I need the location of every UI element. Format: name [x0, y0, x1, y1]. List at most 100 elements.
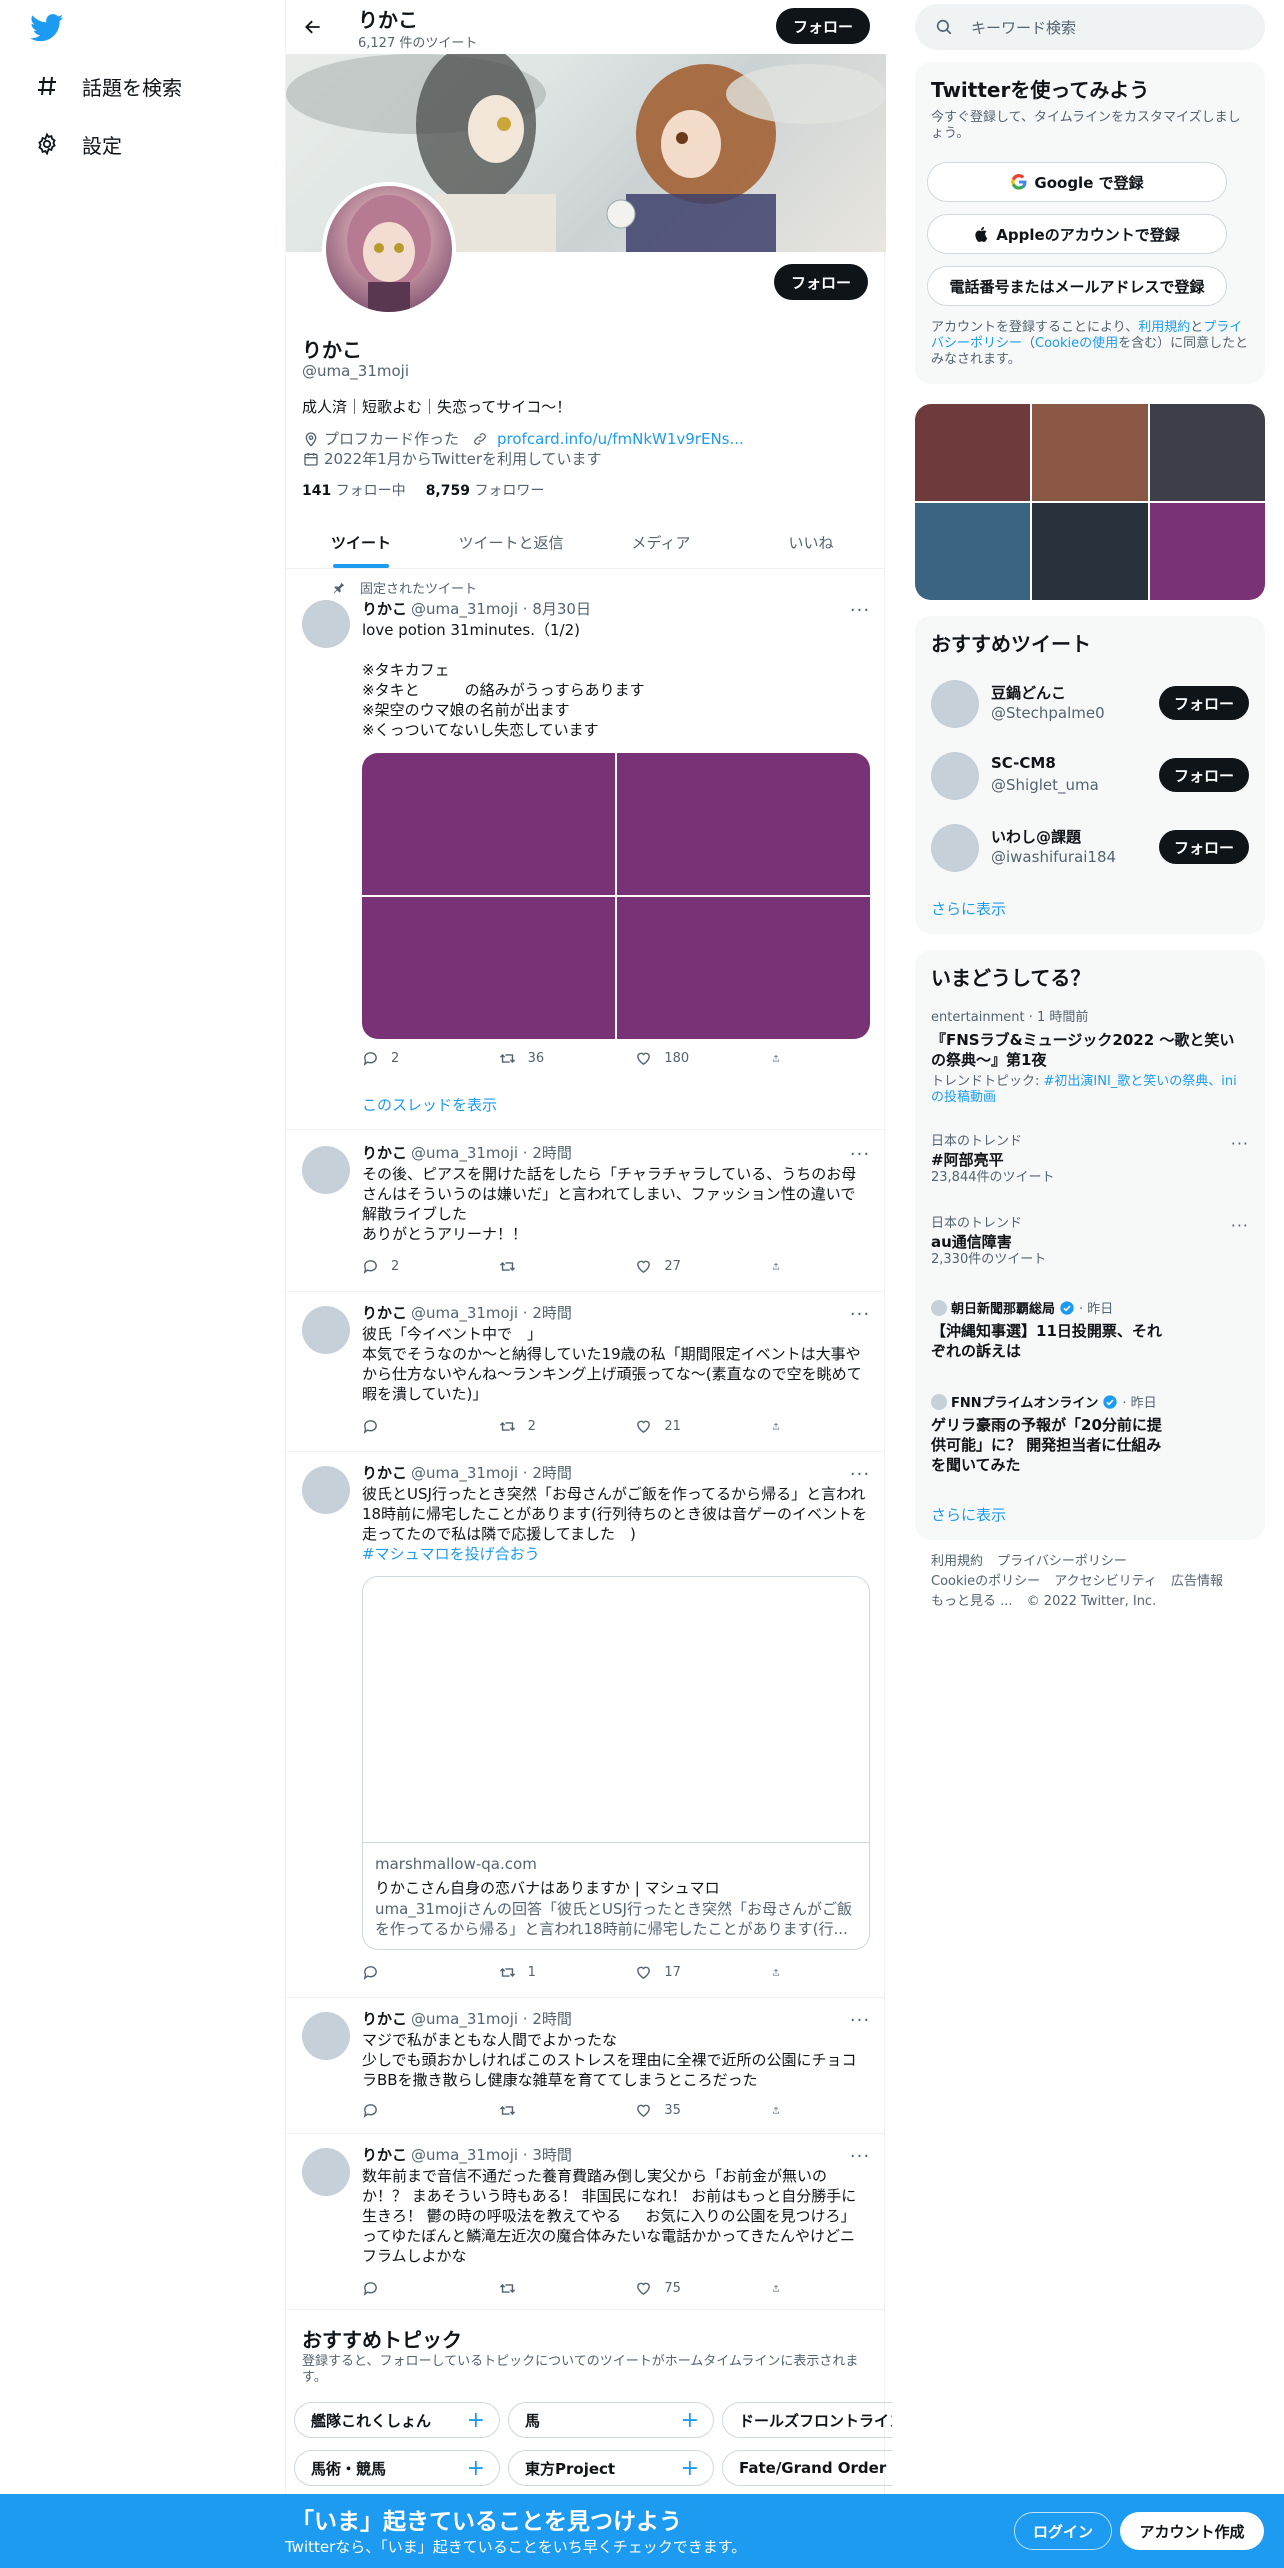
like-button[interactable]: 35: [635, 2102, 725, 2119]
tab-likes[interactable]: いいね: [736, 516, 886, 568]
retweet-button[interactable]: [499, 2102, 589, 2119]
topic-chip[interactable]: 東方Project +: [508, 2450, 714, 2486]
like-button[interactable]: 75: [635, 2280, 725, 2297]
back-arrow-icon[interactable]: [300, 14, 326, 40]
more-options-icon[interactable]: ···: [1231, 1134, 1249, 1153]
tweet[interactable]: りかこ @uma_31moji · 2時間 ··· 彼氏とUSJ行ったとき突然「…: [286, 1452, 886, 1998]
follow-button[interactable]: フォロー: [1159, 686, 1249, 720]
topic-chip[interactable]: 艦隊これくしょん +: [294, 2402, 500, 2438]
tab-tweets[interactable]: ツイート: [286, 516, 436, 568]
topic-chip[interactable]: 馬術・競馬 +: [294, 2450, 500, 2486]
trend-item[interactable]: entertainment · 1 時間前 『FNSラブ&ミュージック2022 …: [931, 1010, 1249, 1106]
share-button[interactable]: [772, 1964, 792, 1981]
media-image[interactable]: [617, 897, 870, 1039]
retweet-button[interactable]: 2: [499, 1418, 589, 1435]
avatar[interactable]: [302, 600, 350, 648]
topic-chip[interactable]: 馬 +: [508, 2402, 714, 2438]
avatar[interactable]: [302, 2148, 350, 2196]
media-image[interactable]: [362, 897, 615, 1039]
reply-button[interactable]: [362, 2280, 452, 2297]
reply-button[interactable]: [362, 1418, 452, 1435]
avatar[interactable]: [302, 1306, 350, 1354]
plus-icon[interactable]: +: [467, 2408, 485, 2433]
tweet-author-name[interactable]: りかこ: [362, 1462, 407, 1483]
share-button[interactable]: [772, 1258, 792, 1275]
retweet-button[interactable]: 36: [499, 1050, 589, 1067]
avatar[interactable]: [302, 1466, 350, 1514]
retweet-button[interactable]: [499, 2280, 589, 2297]
avatar[interactable]: [931, 824, 979, 872]
avatar[interactable]: [302, 2012, 350, 2060]
tweet[interactable]: りかこ @uma_31moji · 2時間 ··· マジで私がまともな人間でよか…: [286, 1998, 886, 2134]
share-button[interactable]: [772, 2102, 792, 2119]
tweet-author-name[interactable]: りかこ: [362, 1302, 407, 1323]
header-follow-button[interactable]: フォロー: [776, 8, 870, 44]
user-suggestion[interactable]: 豆鍋どんこ @Stechpalme0 フォロー: [915, 668, 1265, 740]
show-more-link[interactable]: さらに表示: [931, 1504, 1006, 1525]
media-image[interactable]: [362, 753, 615, 895]
terms-link[interactable]: 利用規約: [1138, 320, 1190, 335]
link-card[interactable]: marshmallow-qa.com りかこさん自身の恋バナはありますか | マ…: [362, 1576, 870, 1950]
share-button[interactable]: [772, 1050, 792, 1067]
tweet-hashtag[interactable]: #マシュマロを投げ合おう: [362, 1544, 870, 1564]
media-image[interactable]: [617, 753, 870, 895]
followers-stat[interactable]: 8,759 フォロワー: [426, 480, 545, 500]
phone-email-signup-button[interactable]: 電話番号またはメールアドレスで登録: [927, 266, 1227, 306]
media-thumb[interactable]: [1032, 503, 1148, 600]
reply-button[interactable]: [362, 2102, 452, 2119]
tweet[interactable]: りかこ @uma_31moji · 3時間 ··· 数年前まで音信不通だった養育…: [286, 2134, 886, 2310]
topic-chip[interactable]: Fate/Grand Order: [722, 2450, 892, 2486]
footer-link[interactable]: 広告情報: [1171, 1574, 1223, 1589]
google-signup-button[interactable]: Google で登録: [927, 162, 1227, 202]
like-button[interactable]: 17: [635, 1964, 725, 1981]
cookie-link[interactable]: Cookieの使用: [1035, 336, 1118, 351]
reply-button[interactable]: 2: [362, 1258, 452, 1275]
more-options-icon[interactable]: ···: [850, 1464, 870, 1485]
user-suggestion[interactable]: SC-CM8 @Shiglet_uma フォロー: [915, 740, 1265, 812]
like-button[interactable]: 180: [635, 1050, 725, 1067]
search-input[interactable]: キーワード検索: [915, 4, 1265, 50]
news-item[interactable]: 朝日新聞那覇総局 · 昨日 【沖縄知事選】11日投開票、それぞれの訴えは: [931, 1298, 1249, 1361]
footer-link[interactable]: 利用規約: [931, 1554, 983, 1569]
twitter-logo-icon[interactable]: [30, 14, 64, 42]
nav-settings[interactable]: 設定: [34, 124, 122, 164]
follow-button[interactable]: フォロー: [1159, 830, 1249, 864]
footer-link[interactable]: アクセシビリティ: [1054, 1574, 1157, 1589]
retweet-button[interactable]: 1: [499, 1964, 589, 1981]
like-button[interactable]: 27: [635, 1258, 725, 1275]
more-options-icon[interactable]: ···: [850, 1304, 870, 1325]
media-thumb[interactable]: [1149, 404, 1265, 501]
media-thumb[interactable]: [1149, 503, 1265, 600]
avatar[interactable]: [302, 1146, 350, 1194]
avatar[interactable]: [931, 752, 979, 800]
plus-icon[interactable]: +: [681, 2408, 699, 2433]
profile-follow-button[interactable]: フォロー: [774, 264, 868, 300]
login-button[interactable]: ログイン: [1014, 2512, 1112, 2550]
footer-link[interactable]: Cookieのポリシー: [931, 1574, 1040, 1589]
more-options-icon[interactable]: ···: [850, 2010, 870, 2031]
footer-link[interactable]: プライバシーポリシー: [997, 1554, 1127, 1569]
profile-avatar[interactable]: [322, 182, 456, 316]
more-options-icon[interactable]: ···: [850, 1144, 870, 1165]
tab-media[interactable]: メディア: [586, 516, 736, 568]
retweet-button[interactable]: [499, 1258, 589, 1275]
trend-item[interactable]: 日本のトレンド au通信障害 2,330件のツイート ···: [931, 1216, 1249, 1268]
tweet-author-name[interactable]: りかこ: [362, 2008, 407, 2029]
media-thumb[interactable]: [915, 503, 1031, 600]
following-stat[interactable]: 141 フォロー中: [302, 480, 406, 500]
create-account-button[interactable]: アカウント作成: [1120, 2512, 1264, 2550]
tweet[interactable]: 固定されたツイート りかこ @uma_31moji · 8月30日 ··· lo…: [286, 570, 886, 1130]
plus-icon[interactable]: +: [467, 2456, 485, 2481]
footer-more-link[interactable]: もっと見る ...: [931, 1594, 1013, 1609]
profile-link[interactable]: profcard.info/u/fmNkW1v9rENs...: [497, 430, 744, 448]
follow-button[interactable]: フォロー: [1159, 758, 1249, 792]
reply-button[interactable]: 2: [362, 1050, 452, 1067]
nav-explore[interactable]: 話題を検索: [34, 66, 182, 106]
media-thumb[interactable]: [1032, 404, 1148, 501]
media-thumb[interactable]: [915, 404, 1031, 501]
topic-chip[interactable]: ドールズフロントライン: [722, 2402, 892, 2438]
plus-icon[interactable]: +: [681, 2456, 699, 2481]
share-button[interactable]: [772, 1418, 792, 1435]
tweet-author-name[interactable]: りかこ: [362, 1142, 407, 1163]
news-item[interactable]: FNNプライムオンライン · 昨日 ゲリラ豪雨の予報が「20分前に提供可能」に？…: [931, 1392, 1249, 1475]
